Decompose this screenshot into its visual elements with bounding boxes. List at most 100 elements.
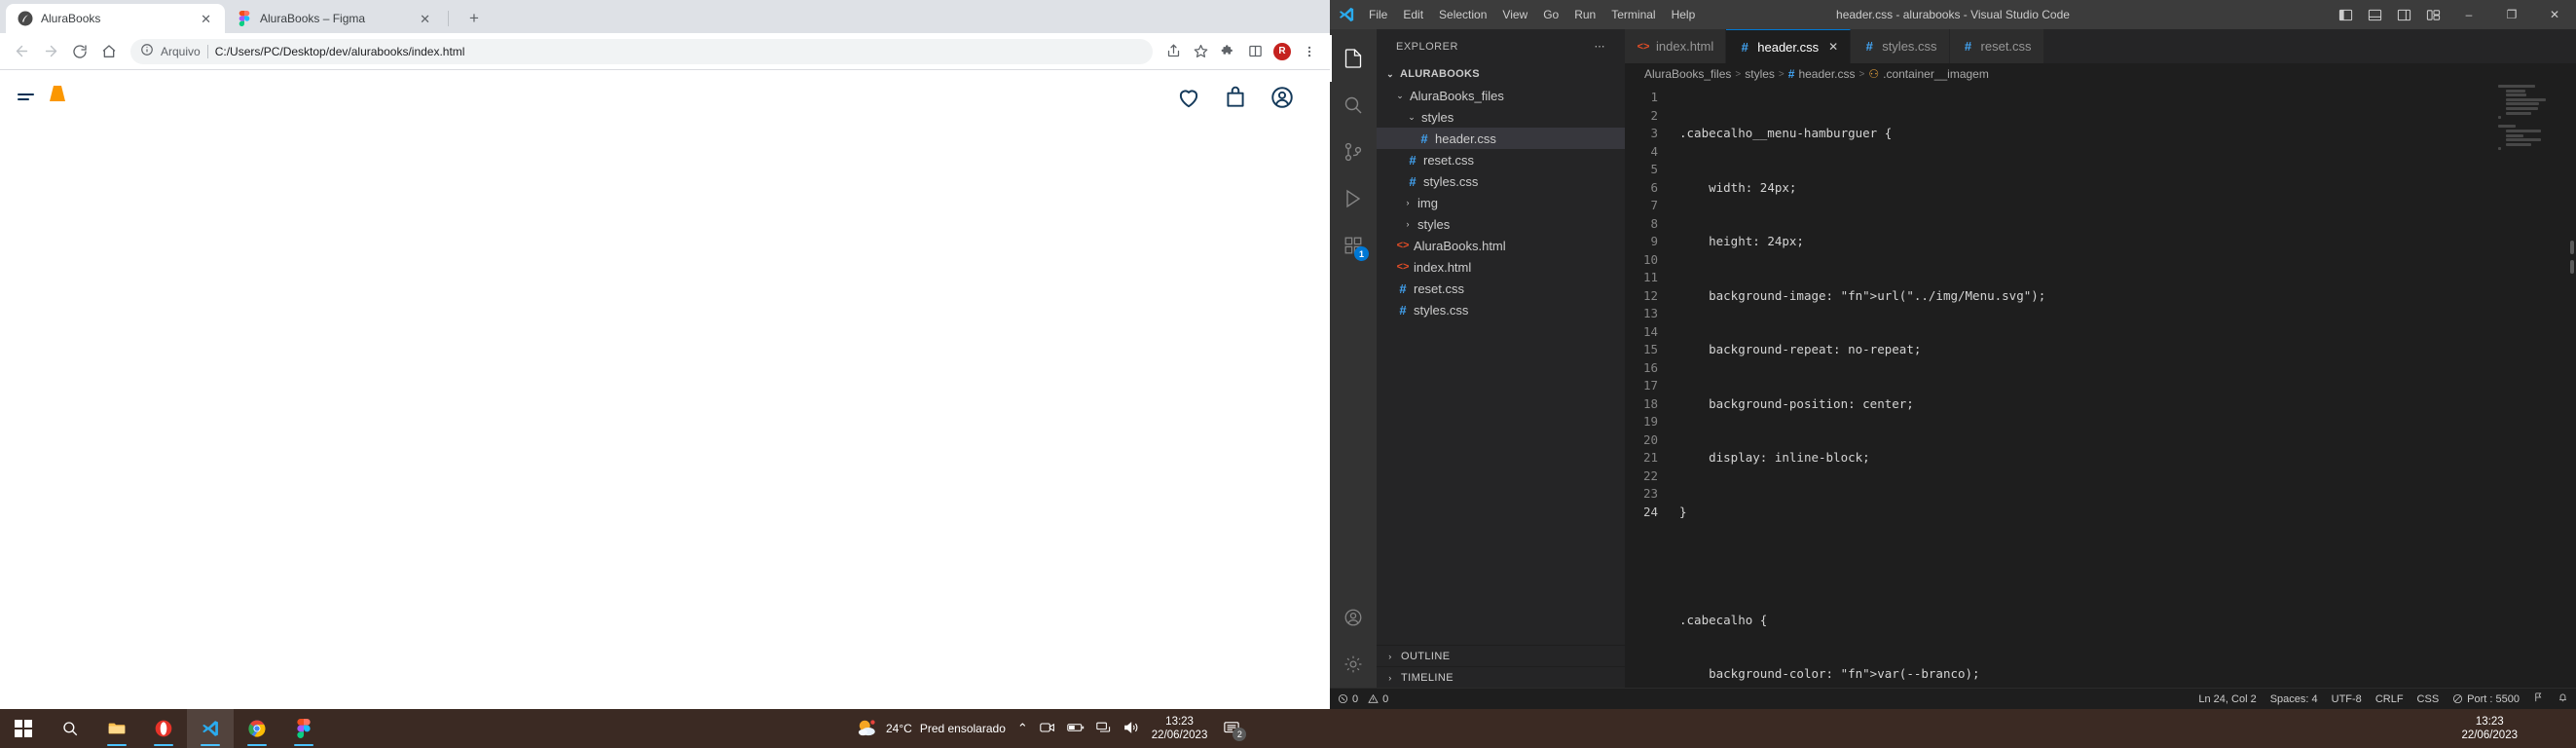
info-circle-icon[interactable] — [140, 43, 154, 59]
breadcrumb-file-header-css[interactable]: header.css — [1798, 67, 1855, 81]
activity-accounts-icon[interactable] — [1330, 594, 1377, 641]
activity-run-and-debug-icon[interactable] — [1330, 175, 1377, 222]
menu-run[interactable]: Run — [1566, 5, 1603, 24]
status-language-mode[interactable]: CSS — [2417, 693, 2440, 705]
taskbar-search-icon[interactable] — [47, 709, 93, 748]
menu-view[interactable]: View — [1494, 5, 1535, 24]
network-icon[interactable] — [1096, 721, 1112, 737]
breadcrumb-folder-alurabooks-files[interactable]: AluraBooks_files — [1644, 67, 1731, 81]
bell-icon[interactable] — [2558, 692, 2568, 706]
sidebar-section-timeline[interactable]: › TIMELINE — [1377, 666, 1625, 688]
taskbar-vscode-icon[interactable] — [187, 709, 234, 748]
tree-item-reset-css-nested[interactable]: # reset.css — [1377, 149, 1625, 170]
status-eol[interactable]: CRLF — [2375, 693, 2404, 705]
browser-tab-close-icon[interactable]: ✕ — [197, 11, 215, 27]
tree-item-img[interactable]: › img — [1377, 192, 1625, 213]
menu-help[interactable]: Help — [1664, 5, 1704, 24]
activity-explorer-icon[interactable] — [1330, 35, 1377, 82]
explorer-more-actions-icon[interactable]: ⋯ — [1595, 40, 1606, 53]
code-editor[interactable]: 1 2 3 4 5 6 7 8 9 10 11 12 13 14 15 16 1… — [1625, 85, 2576, 688]
browser-tab-close-icon[interactable]: ✕ — [416, 11, 434, 27]
profile-avatar[interactable]: R — [1270, 39, 1295, 64]
kebab-menu-icon[interactable] — [1297, 39, 1322, 64]
browser-tab-alurabooks[interactable]: AluraBooks ✕ — [6, 4, 225, 33]
chevron-right-icon[interactable]: › — [1384, 652, 1396, 661]
status-indentation[interactable]: Spaces: 4 — [2270, 693, 2318, 705]
taskbar-figma-icon[interactable] — [280, 709, 327, 748]
tree-item-styles-folder2[interactable]: › styles — [1377, 213, 1625, 235]
taskbar-opera-icon[interactable] — [140, 709, 187, 748]
status-cursor-position[interactable]: Ln 24, Col 2 — [2198, 693, 2256, 705]
window-maximize-button[interactable]: ❐ — [2490, 0, 2533, 29]
activity-search-icon[interactable] — [1330, 82, 1377, 129]
tree-item-header-css[interactable]: # header.css — [1377, 128, 1625, 149]
chevron-down-icon[interactable]: ⌄ — [1384, 69, 1396, 80]
new-tab-button[interactable]: + — [460, 5, 488, 32]
chevron-down-icon[interactable]: ⌄ — [1394, 91, 1406, 101]
chevron-down-icon[interactable]: ⌄ — [1406, 112, 1417, 123]
split-screen-icon[interactable] — [1242, 39, 1268, 64]
chevron-right-icon[interactable]: › — [1402, 219, 1414, 229]
breadcrumb-symbol-container-imagem[interactable]: .container__imagem — [1883, 67, 1989, 81]
editor-tab-close-icon[interactable]: ✕ — [1828, 40, 1838, 54]
notification-center-button[interactable]: 2 — [1219, 714, 1247, 743]
menu-selection[interactable]: Selection — [1431, 5, 1494, 24]
sidebar-section-outline[interactable]: › OUTLINE — [1377, 645, 1625, 666]
back-arrow-icon[interactable] — [8, 38, 35, 65]
status-encoding[interactable]: UTF-8 — [2332, 693, 2362, 705]
activity-source-control-icon[interactable] — [1330, 129, 1377, 175]
toggle-panel-icon[interactable] — [2360, 0, 2389, 29]
status-problems[interactable]: 0 0 — [1338, 693, 1388, 705]
address-url-text[interactable]: C:/Users/PC/Desktop/dev/alurabooks/index… — [215, 45, 465, 58]
activity-extensions-icon[interactable]: 1 — [1330, 222, 1377, 269]
taskbar-chrome-icon[interactable] — [234, 709, 280, 748]
chevron-right-icon[interactable]: › — [1402, 198, 1414, 207]
menu-edit[interactable]: Edit — [1395, 5, 1431, 24]
hamburger-menu-icon[interactable] — [18, 94, 34, 100]
toggle-secondary-sidebar-icon[interactable] — [2389, 0, 2418, 29]
tree-item-reset-css[interactable]: # reset.css — [1377, 278, 1625, 299]
tree-item-styles-folder[interactable]: ⌄ styles — [1377, 106, 1625, 128]
taskbar-clock[interactable]: 13:23 22/06/2023 — [1152, 715, 1208, 742]
tree-item-styles-css-nested[interactable]: # styles.css — [1377, 170, 1625, 192]
editor-tab-index-html[interactable]: <> index.html — [1625, 29, 1727, 63]
shopping-bag-icon[interactable] — [1223, 85, 1248, 110]
favorites-heart-icon[interactable] — [1176, 85, 1201, 110]
menu-terminal[interactable]: Terminal — [1603, 5, 1663, 24]
customize-layout-icon[interactable] — [2418, 0, 2447, 29]
code-content[interactable]: .cabecalho__menu-hamburguer { width: 24p… — [1668, 85, 2576, 688]
menu-file[interactable]: File — [1361, 5, 1395, 24]
tree-item-index-html[interactable]: <> index.html — [1377, 256, 1625, 278]
alurabooks-logo[interactable] — [42, 80, 83, 114]
bookmark-star-icon[interactable] — [1188, 39, 1213, 64]
extensions-puzzle-icon[interactable] — [1215, 39, 1240, 64]
user-account-icon[interactable] — [1270, 85, 1295, 110]
windows-start-icon[interactable] — [0, 709, 47, 748]
editor-tab-styles-css[interactable]: # styles.css — [1851, 29, 1950, 63]
browser-tab-alurabooks-figma[interactable]: AluraBooks – Figma ✕ — [225, 4, 444, 33]
editor-tab-header-css[interactable]: # header.css ✕ — [1726, 29, 1852, 63]
window-close-button[interactable]: ✕ — [2533, 0, 2576, 29]
window-minimize-button[interactable]: – — [2447, 0, 2490, 29]
menu-go[interactable]: Go — [1535, 5, 1566, 24]
editor-tab-reset-css[interactable]: # reset.css — [1949, 29, 2044, 63]
editor-vertical-scrollbar[interactable] — [2562, 85, 2576, 688]
forward-arrow-icon[interactable] — [37, 38, 64, 65]
volume-icon[interactable] — [1123, 721, 1140, 737]
tree-item-alurabooks[interactable]: ⌄ ALURABOOKS — [1377, 63, 1625, 85]
breadcrumb-folder-styles[interactable]: styles — [1745, 67, 1775, 81]
status-live-server[interactable]: Port : 5500 — [2452, 693, 2520, 705]
tree-item-alurabooks-files[interactable]: ⌄ AluraBooks_files — [1377, 85, 1625, 106]
toggle-primary-sidebar-icon[interactable] — [2331, 0, 2360, 29]
tree-item-styles-css[interactable]: # styles.css — [1377, 299, 1625, 320]
address-bar[interactable]: Arquivo C:/Users/PC/Desktop/dev/aluraboo… — [130, 38, 1153, 64]
feedback-smiley-icon[interactable] — [2533, 692, 2544, 706]
chevron-right-icon[interactable]: › — [1384, 673, 1396, 683]
battery-icon[interactable] — [1067, 721, 1085, 737]
camera-icon[interactable] — [1040, 721, 1055, 737]
tray-expand-chevron-icon[interactable]: ⌃ — [1017, 721, 1028, 736]
activity-settings-gear-icon[interactable] — [1330, 641, 1377, 688]
share-icon[interactable] — [1160, 39, 1186, 64]
taskbar-file-explorer-icon[interactable] — [93, 709, 140, 748]
taskbar-weather-widget[interactable]: 24°C Pred ensolarado — [857, 718, 1006, 740]
